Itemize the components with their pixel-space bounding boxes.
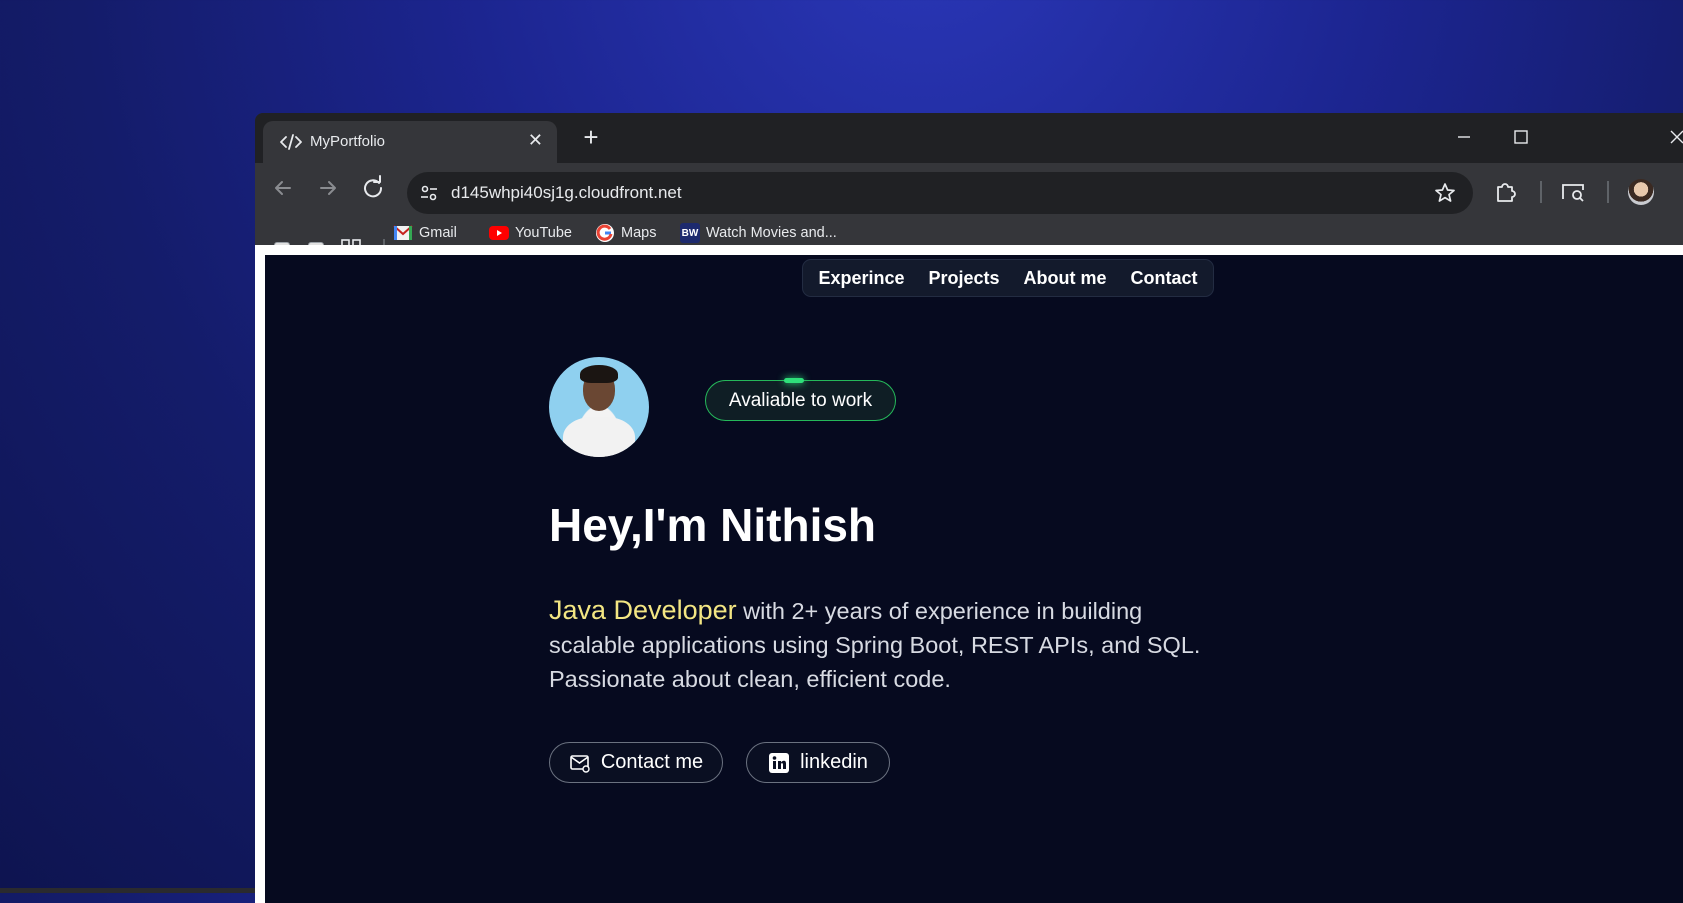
linkedin-button[interactable]: linkedin xyxy=(746,742,890,783)
role-highlight: Java Developer xyxy=(549,595,737,625)
bookmark-label: YouTube xyxy=(515,225,572,241)
bw-icon: BW xyxy=(680,223,700,243)
mail-icon xyxy=(569,752,591,774)
toolbar-divider xyxy=(1540,181,1542,203)
profile-avatar[interactable] xyxy=(1628,179,1654,205)
bookmark-watch-movies[interactable]: BW Watch Movies and... xyxy=(680,223,837,243)
bookmark-gmail[interactable]: Gmail xyxy=(393,223,457,243)
close-tab-icon[interactable]: ✕ xyxy=(528,130,543,151)
hero-heading: Hey,I'm Nithish xyxy=(549,499,877,551)
extensions-icon[interactable] xyxy=(1493,179,1519,205)
back-arrow-icon[interactable] xyxy=(267,172,299,204)
gmail-icon xyxy=(393,223,413,243)
google-icon xyxy=(595,223,615,243)
nav-contact[interactable]: Contact xyxy=(1131,268,1198,289)
status-dot xyxy=(784,378,804,383)
code-icon xyxy=(280,132,302,152)
address-bar[interactable]: d145whpi40sj1g.cloudfront.net xyxy=(407,172,1473,214)
viewport: Experince Projects About me Contact Aval… xyxy=(255,245,1683,903)
nav-experience[interactable]: Experince xyxy=(818,268,904,289)
bookmark-youtube[interactable]: YouTube xyxy=(489,223,572,243)
contact-me-label: Contact me xyxy=(600,751,704,773)
nav-about[interactable]: About me xyxy=(1024,268,1107,289)
bookmark-label: Watch Movies and... xyxy=(706,225,837,241)
browser-window: MyPortfolio ✕ + d145whpi40sj1g.cloudfron… xyxy=(255,113,1683,903)
tab-strip: MyPortfolio ✕ + xyxy=(255,113,1683,163)
site-settings-icon[interactable] xyxy=(419,183,439,203)
forward-arrow-icon[interactable] xyxy=(312,172,344,204)
taskbar-edge xyxy=(0,888,255,893)
bookmark-star-icon[interactable] xyxy=(1433,181,1457,205)
profile-photo xyxy=(549,357,649,457)
cast-search-icon[interactable] xyxy=(1560,179,1586,205)
tab-title: MyPortfolio xyxy=(310,133,386,150)
new-tab-button[interactable]: + xyxy=(575,121,607,153)
hero-intro: Java Developer with 2+ years of experien… xyxy=(549,593,1229,696)
youtube-icon xyxy=(489,223,509,243)
toolbar-divider xyxy=(1607,181,1609,203)
reload-icon[interactable] xyxy=(357,172,389,204)
availability-text: Avaliable to work xyxy=(728,389,873,411)
bookmark-label: Maps xyxy=(621,225,657,241)
site-nav: Experince Projects About me Contact xyxy=(802,259,1214,297)
bookmark-label: Gmail xyxy=(419,225,457,241)
linkedin-icon xyxy=(768,752,790,774)
linkedin-label: linkedin xyxy=(800,751,868,773)
url-text[interactable]: d145whpi40sj1g.cloudfront.net xyxy=(451,183,682,203)
tab-myportfolio[interactable]: MyPortfolio ✕ xyxy=(263,121,557,163)
availability-badge: Avaliable to work xyxy=(705,378,896,421)
close-window-icon[interactable] xyxy=(1663,123,1683,151)
bookmark-maps[interactable]: Maps xyxy=(595,223,656,243)
maximize-icon[interactable] xyxy=(1507,123,1535,151)
minimize-icon[interactable] xyxy=(1450,123,1478,151)
portfolio-page: Experince Projects About me Contact Aval… xyxy=(265,255,1683,903)
nav-projects[interactable]: Projects xyxy=(929,268,1000,289)
contact-me-button[interactable]: Contact me xyxy=(549,742,723,783)
